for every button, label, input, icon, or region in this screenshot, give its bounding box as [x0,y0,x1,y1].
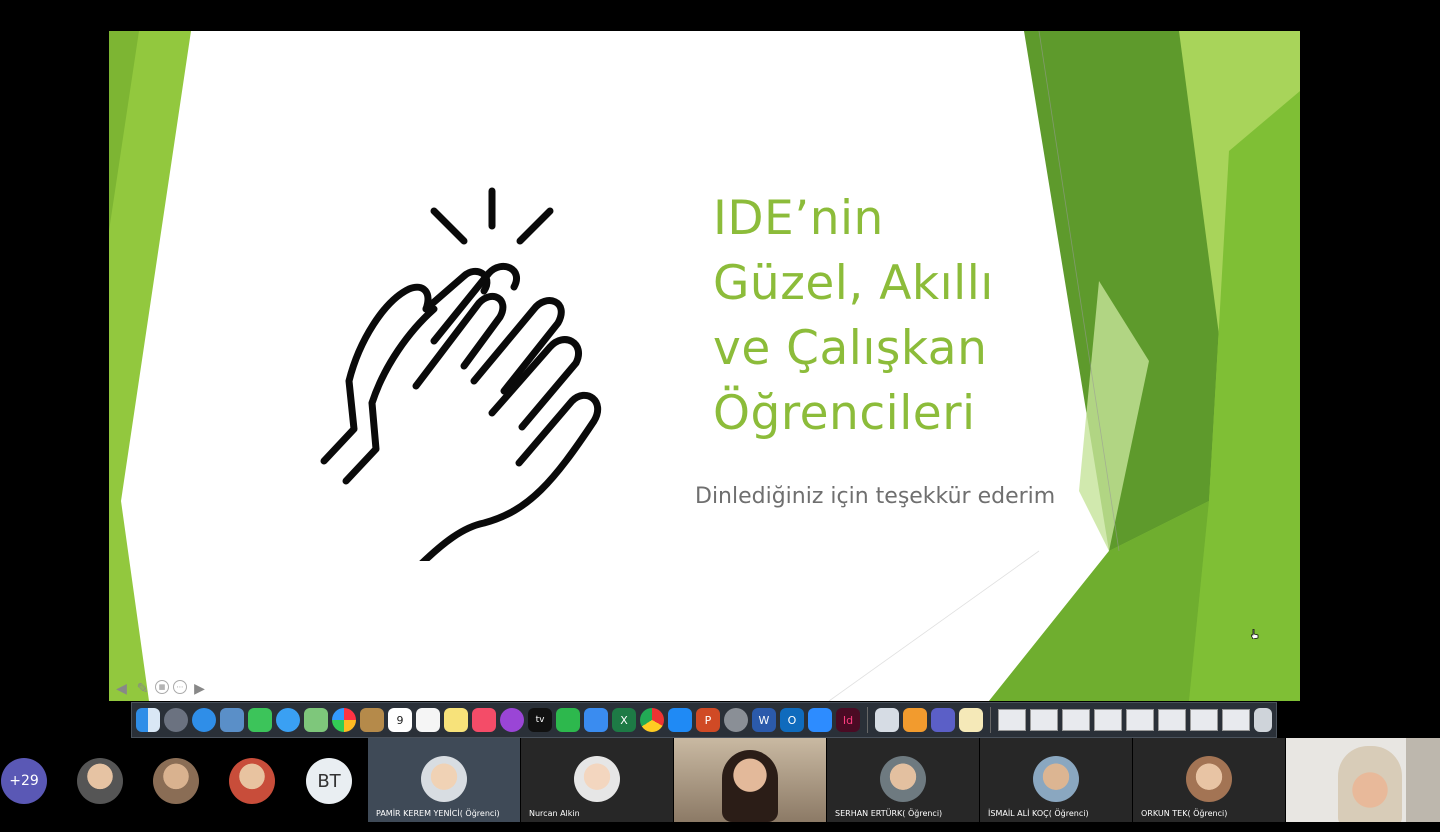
slides-grid-icon[interactable]: ▦ [155,680,169,694]
launchpad-icon[interactable] [164,708,188,732]
more-icon[interactable]: ⋯ [173,680,187,694]
participant-tile[interactable]: Nurcan Alkin [521,738,673,822]
photos-icon[interactable] [332,708,356,732]
messages-icon[interactable] [276,708,300,732]
notes-icon[interactable] [959,708,983,732]
calendar-icon[interactable]: 9 [388,708,412,732]
minimized-window[interactable] [1030,709,1058,731]
participant-name: SERHAN ERTÜRK( Öğrenci) [835,809,943,818]
slide-subtitle: Dinlediğiniz için teşekkür ederim [695,484,1056,509]
dock-separator [867,707,868,733]
zoom-icon[interactable] [808,708,832,732]
green-geometric-background [109,31,1300,701]
self-video-tile[interactable] [1286,738,1440,822]
arrow-right-icon[interactable]: ▶ [191,680,208,697]
minimized-window[interactable] [1190,709,1218,731]
title-line: Güzel, Akıllı [713,256,994,311]
slide-controls: ◀ ✎ ▦ ⋯ ▶ [113,680,208,697]
numbers-icon[interactable] [556,708,580,732]
music-icon[interactable] [472,708,496,732]
pointer-hand-icon [1251,629,1259,639]
notes-book-icon[interactable] [360,708,384,732]
avatar[interactable] [77,758,123,804]
reminders-icon[interactable] [416,708,440,732]
arrow-left-icon[interactable]: ◀ [113,680,130,697]
dock-separator [990,707,991,733]
title-line: IDE’nin [713,191,884,246]
excel-icon[interactable]: X [612,708,636,732]
video-person [1338,746,1402,822]
app-store-icon[interactable] [668,708,692,732]
powerpoint-icon[interactable]: P [696,708,720,732]
participant-name: Nurcan Alkin [529,809,580,818]
minimized-window[interactable] [1222,709,1250,731]
facetime-icon[interactable] [248,708,272,732]
minimized-window[interactable] [1126,709,1154,731]
background-wall [1406,738,1440,822]
maps-icon[interactable] [304,708,328,732]
presentation-slide: IDE’nin Güzel, Akıllı ve Çalışkan Öğrenc… [109,31,1300,701]
avatar [880,756,926,802]
slide-title: IDE’nin Güzel, Akıllı ve Çalışkan Öğrenc… [713,186,994,446]
title-line: ve Çalışkan [713,321,988,376]
minimized-window[interactable] [1062,709,1090,731]
indesign-icon[interactable]: Id [836,708,860,732]
chrome-icon[interactable] [640,708,664,732]
outlook-icon[interactable]: O [780,708,804,732]
avatar [421,756,467,802]
word-icon[interactable]: W [752,708,776,732]
teams-icon[interactable] [931,708,955,732]
participant-tile[interactable]: ORKUN TEK( Öğrenci) [1133,738,1285,822]
finder-icon[interactable] [136,708,160,732]
participant-name: ORKUN TEK( Öğrenci) [1141,809,1228,818]
stickies-icon[interactable] [444,708,468,732]
minimized-window[interactable] [998,709,1026,731]
participant-tile[interactable]: PAMİR KEREM YENİCİ( Öğrenci) [368,738,520,822]
screenshot-icon[interactable] [875,708,899,732]
participant-video-tile[interactable] [674,738,826,822]
avatar [574,756,620,802]
tv-icon[interactable]: tv [528,708,552,732]
minimized-window[interactable] [1094,709,1122,731]
more-participants-button[interactable]: +29 [1,758,47,804]
participant-name: PAMİR KEREM YENİCİ( Öğrenci) [376,809,500,818]
video-person [722,750,778,822]
avatar [1186,756,1232,802]
avatar [1033,756,1079,802]
preview-icon[interactable] [220,708,244,732]
clapping-hands-icon [320,187,602,561]
avatar[interactable] [153,758,199,804]
macos-dock: 9 tv X P W O Id [131,702,1277,738]
participant-name: İSMAİL ALİ KOÇ( Öğrenci) [988,809,1089,818]
system-preferences-icon[interactable] [724,708,748,732]
safari-icon[interactable] [192,708,216,732]
trash-icon[interactable] [1254,708,1272,732]
avatar-initials[interactable]: BT [306,758,352,804]
keynote-icon[interactable] [584,708,608,732]
minimized-window[interactable] [1158,709,1186,731]
folder-icon[interactable] [903,708,927,732]
participant-tile[interactable]: İSMAİL ALİ KOÇ( Öğrenci) [980,738,1132,822]
podcasts-icon[interactable] [500,708,524,732]
pen-icon[interactable]: ✎ [134,680,151,697]
avatar[interactable] [229,758,275,804]
participant-tile[interactable]: SERHAN ERTÜRK( Öğrenci) [827,738,979,822]
title-line: Öğrencileri [713,386,976,441]
